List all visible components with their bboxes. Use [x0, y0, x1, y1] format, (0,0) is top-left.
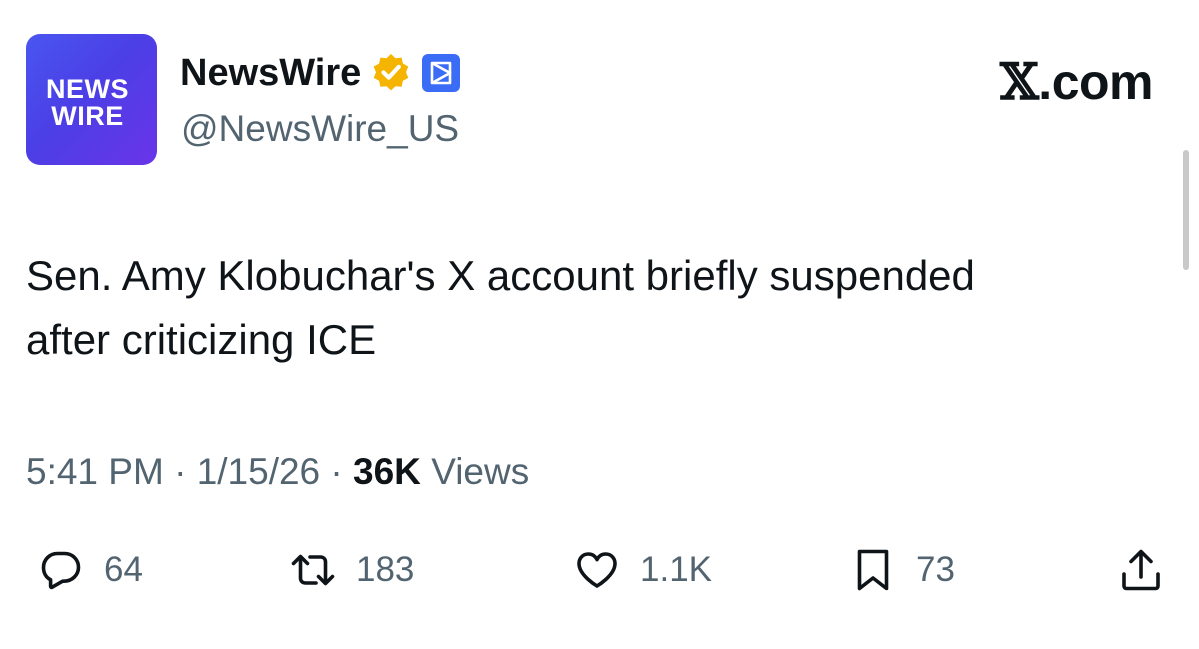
meta-separator: · [320, 451, 354, 492]
tweet-date[interactable]: 1/15/26 [197, 451, 320, 492]
tweet-text-line-1: Sen. Amy Klobuchar's X account briefly s… [26, 252, 975, 299]
display-name[interactable]: NewsWire [180, 50, 361, 96]
repost-count: 183 [356, 550, 415, 589]
avatar-logo-text: NEWS WIRE [26, 76, 149, 130]
x-logo-glyph: 𝕏 [1000, 52, 1039, 111]
reply-icon [41, 551, 81, 590]
repost-button[interactable]: 183 [290, 538, 414, 602]
avatar-line-2: WIRE [51, 101, 124, 131]
tweet-text: Sen. Amy Klobuchar's X account briefly s… [26, 244, 1176, 372]
repost-icon [291, 554, 335, 586]
x-logo-suffix: .com [1038, 54, 1153, 110]
tweet-time[interactable]: 5:41 PM [26, 451, 164, 492]
action-bar: 64 183 1.1K 73 [0, 538, 1199, 602]
share-button[interactable] [1118, 538, 1164, 602]
scrollbar[interactable] [1183, 150, 1189, 270]
tweet-meta: 5:41 PM · 1/15/26 · 36K Views [26, 447, 529, 497]
author-handle[interactable]: @NewsWire_US [181, 104, 459, 154]
views-label: Views [420, 451, 530, 492]
bookmark-icon [857, 549, 889, 591]
like-button[interactable]: 1.1K [574, 538, 712, 602]
views-count[interactable]: 36K [353, 451, 421, 492]
share-icon [1122, 549, 1160, 591]
heart-icon [577, 552, 617, 588]
bookmark-count: 73 [916, 550, 955, 589]
author-name-row: NewsWire [180, 50, 461, 96]
reply-count: 64 [104, 550, 143, 589]
meta-separator: · [163, 451, 197, 492]
verified-badge-icon[interactable] [369, 51, 413, 95]
bookmark-button[interactable]: 73 [850, 538, 955, 602]
reply-button[interactable]: 64 [38, 538, 143, 602]
affiliate-badge-icon[interactable] [421, 53, 461, 93]
tweet-text-line-2: after criticizing ICE [26, 316, 377, 363]
avatar[interactable]: NEWS WIRE [26, 34, 157, 165]
x-com-logo: 𝕏.com [1000, 52, 1153, 112]
avatar-line-1: NEWS [46, 74, 129, 104]
like-count: 1.1K [640, 550, 712, 589]
